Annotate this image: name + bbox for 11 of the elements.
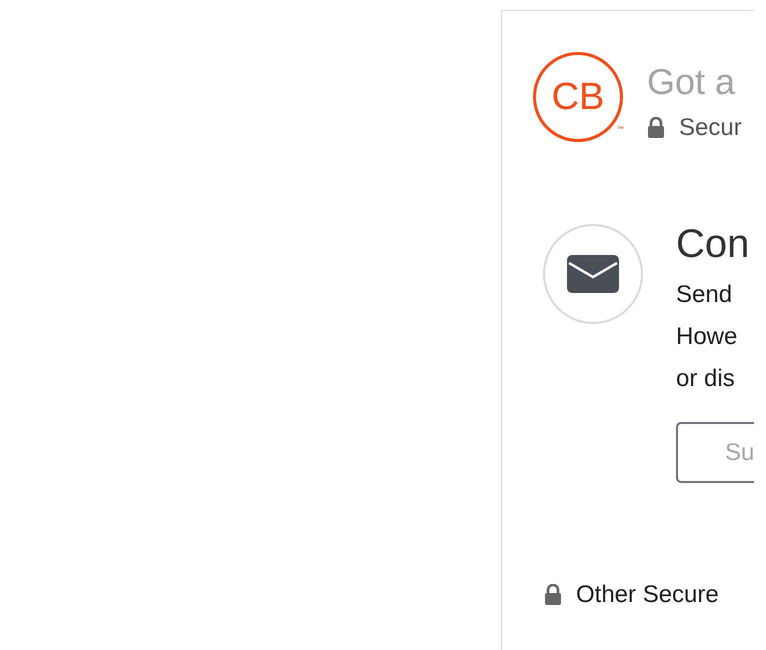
submit-button[interactable]: Su [676, 422, 754, 483]
lock-icon [544, 584, 562, 606]
secure-note: Secur [679, 113, 742, 143]
envelope-icon [567, 255, 619, 293]
lock-icon [647, 117, 665, 139]
contact-text: or dis [676, 364, 736, 394]
contact-title: Con [676, 221, 750, 268]
page-title: Got a [647, 60, 736, 104]
footer-text: Other Secure [576, 580, 719, 610]
contact-text: Send [676, 280, 734, 310]
contact-text: Howe [676, 322, 738, 352]
